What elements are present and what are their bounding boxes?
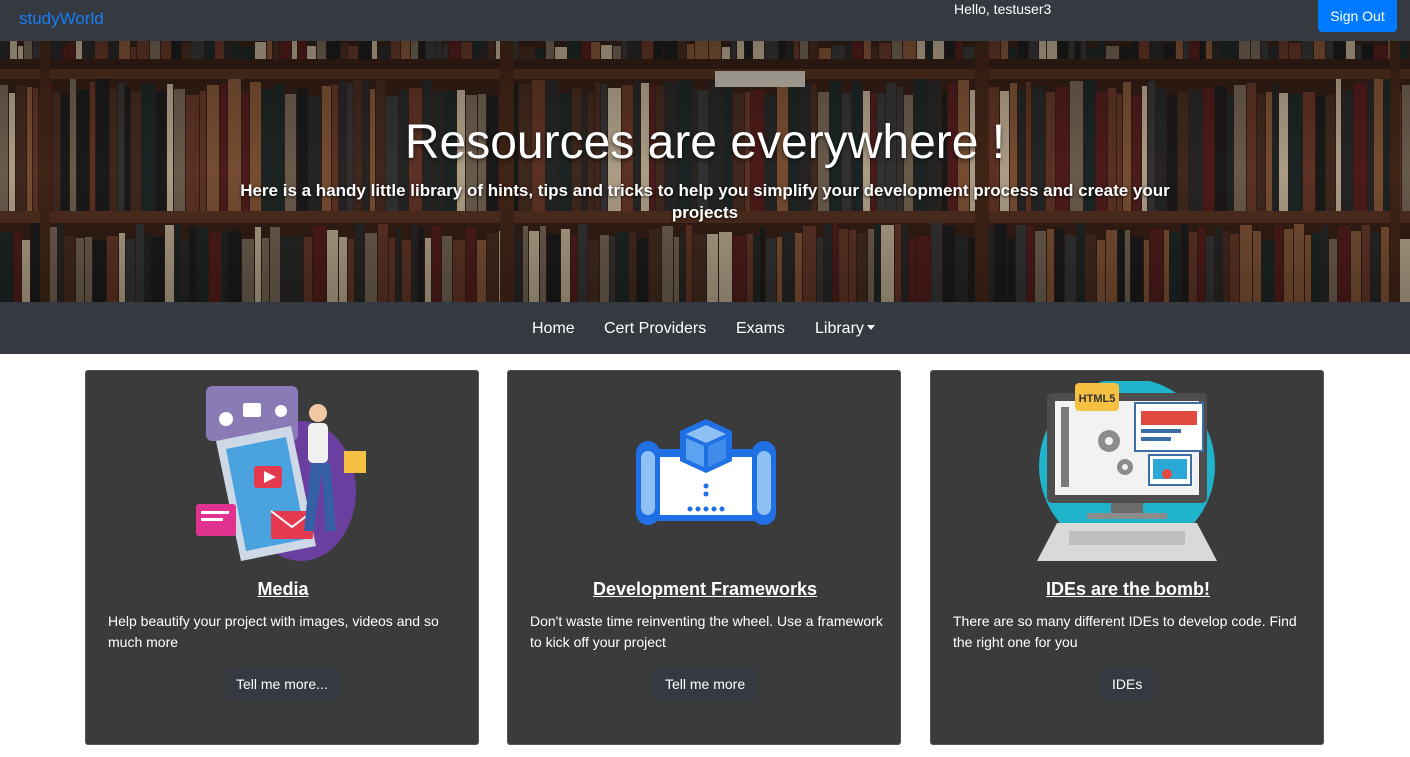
media-card-title[interactable]: Media xyxy=(86,579,480,600)
ides-card: HTML5 IDEs are the bomb! There are so ma… xyxy=(930,370,1324,745)
frameworks-tell-more-button[interactable]: Tell me more xyxy=(653,668,758,700)
hero-banner: Resources are everywhere ! Here is a han… xyxy=(0,41,1410,302)
media-illustration-icon xyxy=(196,386,366,561)
ides-button[interactable]: IDEs xyxy=(1100,668,1155,700)
nav-exams-link[interactable]: Exams xyxy=(736,320,785,338)
media-card-text: Help beautify your project with images, … xyxy=(108,613,439,650)
html5-label: HTML5 xyxy=(1079,393,1116,405)
bookshelf-background-image xyxy=(0,41,1410,302)
nav-library-label: Library xyxy=(815,320,864,337)
frameworks-card-text: Don't waste time reinventing the wheel. … xyxy=(530,613,883,650)
nav-cert-providers-link[interactable]: Cert Providers xyxy=(604,320,706,338)
brand-link[interactable]: studyWorld xyxy=(19,9,104,29)
hero-subtitle: Here is a handy little library of hints,… xyxy=(240,181,1170,222)
media-tell-more-button[interactable]: Tell me more... xyxy=(224,668,340,700)
ides-card-title[interactable]: IDEs are the bomb! xyxy=(931,579,1325,600)
ides-card-text: There are so many different IDEs to deve… xyxy=(953,613,1297,650)
caret-down-icon xyxy=(866,325,875,330)
user-greeting: Hello, testuser3 xyxy=(954,1,1052,17)
frameworks-card-title[interactable]: Development Frameworks xyxy=(508,579,902,600)
hero-title: Resources are everywhere ! xyxy=(404,116,1006,169)
frameworks-card: Development Frameworks Don't waste time … xyxy=(507,370,901,745)
media-card: Media Help beautify your project with im… xyxy=(85,370,479,745)
top-navbar: studyWorld Hello, testuser3 Sign Out xyxy=(0,0,1410,41)
sign-out-button[interactable]: Sign Out xyxy=(1318,0,1397,32)
ide-computer-icon: HTML5 xyxy=(1037,381,1217,561)
nav-library-dropdown[interactable]: Library xyxy=(815,320,875,338)
framework-blueprint-icon xyxy=(636,419,776,525)
nav-home-link[interactable]: Home xyxy=(532,320,575,338)
main-nav: Home Cert Providers Exams Library xyxy=(0,302,1410,354)
